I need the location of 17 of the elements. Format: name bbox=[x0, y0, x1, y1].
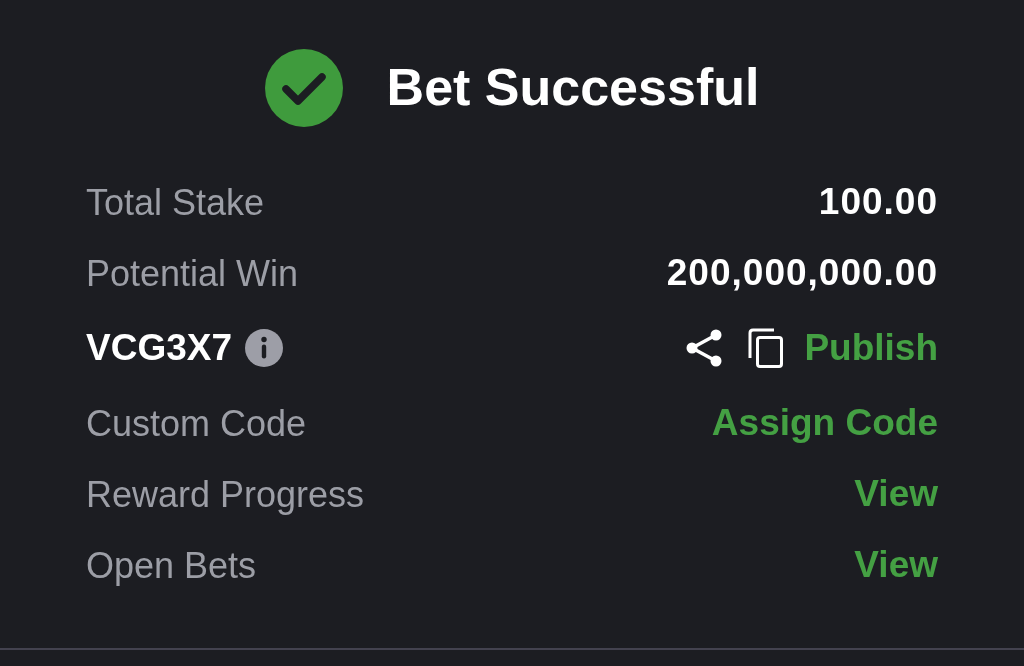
row-label: Custom Code bbox=[86, 401, 307, 446]
row-value: 200,000,000.00 bbox=[666, 251, 938, 296]
info-icon[interactable] bbox=[245, 329, 283, 368]
row-label: Potential Win bbox=[86, 251, 299, 296]
row-label: Open Bets bbox=[86, 543, 257, 588]
action-link[interactable]: View bbox=[854, 472, 938, 517]
check-circle-icon bbox=[264, 49, 343, 127]
status-title: Bet Successful bbox=[386, 58, 760, 118]
row-label: Reward Progress bbox=[86, 472, 365, 517]
booking-code: VCG3X7 bbox=[86, 326, 232, 371]
action-link[interactable]: Assign Code bbox=[711, 401, 938, 446]
copy-icon[interactable] bbox=[748, 328, 785, 369]
row-label: Total Stake bbox=[86, 180, 265, 225]
row-value: 100.00 bbox=[818, 180, 938, 225]
publish-link[interactable]: Publish bbox=[804, 326, 938, 371]
action-link[interactable]: View bbox=[854, 543, 938, 588]
share-icon[interactable] bbox=[685, 329, 724, 368]
